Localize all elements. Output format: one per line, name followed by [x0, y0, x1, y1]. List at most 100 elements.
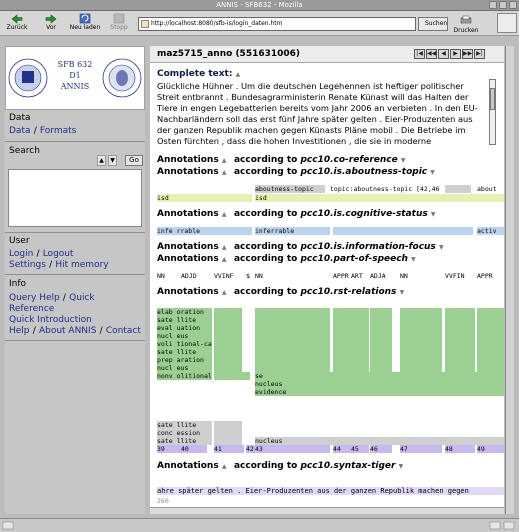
annotation-cell: topic:aboutness-topic [42,46] [330, 185, 440, 193]
dropdown-triangle-icon[interactable]: ▼ [401, 157, 410, 164]
close-window-button[interactable] [509, 1, 517, 9]
rst-cell [333, 364, 351, 372]
quick-reference-link-cont[interactable]: Reference [9, 304, 54, 314]
help-link[interactable]: Help [9, 326, 30, 336]
complete-text-scrollbar[interactable] [489, 79, 496, 145]
spin-down-button[interactable]: ▼ [108, 155, 117, 166]
collapse-triangle-icon[interactable]: ▲ [222, 289, 231, 296]
horizontal-scrollbar[interactable] [150, 507, 504, 514]
token-number: 46 [370, 445, 392, 453]
rst-cell [214, 437, 242, 445]
token-number: 49 [477, 445, 504, 453]
token-number: 42 [246, 445, 255, 453]
quick-reference-link[interactable]: Quick [69, 293, 94, 303]
next-page-button[interactable]: ▶▶ [462, 49, 473, 59]
annotation-cell: isd [157, 194, 252, 202]
url-bar[interactable]: http://localhost:8080/sfb-is/login_daten… [138, 17, 416, 31]
rst-cell [477, 324, 504, 332]
rst-cell [477, 308, 504, 316]
rst-relation-label: eval uation [157, 324, 212, 332]
go-button[interactable]: Go [125, 155, 143, 166]
minimize-button[interactable] [489, 1, 497, 9]
quick-introduction-link[interactable]: Quick Introduction [9, 315, 92, 325]
rst-cell [370, 364, 392, 372]
formats-link[interactable]: Formats [40, 126, 76, 136]
annotation-heading-aboutness: Annotations ▲ according to pcc10.is.abou… [157, 167, 439, 177]
settings-link[interactable]: Settings [9, 260, 46, 270]
rst-cell [214, 429, 242, 437]
divider [5, 274, 145, 275]
annotation-heading-syntax-tiger: Annotations ▲ according to pcc10.syntax-… [157, 461, 408, 471]
rst-cell [370, 340, 392, 348]
annotation-cell: isd [255, 194, 504, 202]
search-button[interactable]: Suchen [418, 17, 448, 31]
forward-button[interactable]: Vor [34, 11, 68, 36]
rst-cell [445, 332, 475, 340]
pos-tag: NN [157, 272, 165, 280]
token-number: 44 [333, 445, 351, 453]
dropdown-triangle-icon[interactable]: ▼ [400, 289, 409, 296]
prev-page-button[interactable]: ◀◀ [426, 49, 437, 59]
stop-button[interactable]: Stopp [102, 11, 136, 36]
collapse-triangle-icon[interactable]: ▲ [222, 256, 231, 263]
annotation-cell [333, 227, 473, 235]
about-annis-link[interactable]: About ANNIS [39, 326, 96, 336]
collapse-triangle-icon[interactable]: ▲ [222, 211, 231, 218]
dropdown-triangle-icon[interactable]: ▼ [411, 256, 420, 263]
token-number: 43 [255, 445, 330, 453]
rst-cell [351, 324, 369, 332]
syntax-number: 260 [157, 497, 169, 505]
rst-cell [351, 316, 369, 324]
pos-tag: ADJD [181, 272, 197, 280]
rst-relation-label: sate llite [157, 316, 212, 324]
browser-toolbar: Zurück Vor Neu laden Stopp http://localh… [0, 11, 519, 36]
page-scrollbar[interactable] [505, 46, 514, 514]
rst-relation-label: nucl eus [157, 332, 212, 340]
document-header: maz5715_anno (551631006) |◀ ◀◀ ◀ ▶ ▶▶ ▶| [150, 46, 504, 63]
spin-up-button[interactable]: ▲ [97, 155, 106, 166]
last-hit-button[interactable]: ▶| [474, 49, 485, 59]
collapse-triangle-icon[interactable]: ▲ [222, 463, 231, 470]
dropdown-triangle-icon[interactable]: ▼ [439, 244, 448, 251]
collapse-triangle-icon[interactable]: ▲ [222, 157, 231, 164]
collapse-triangle-icon[interactable]: ▲ [236, 71, 245, 78]
rst-cell [351, 332, 369, 340]
user-section-title: User [9, 236, 30, 246]
rst-cell [370, 324, 392, 332]
print-button[interactable]: Drucken [451, 15, 481, 35]
rst-cell [255, 340, 330, 348]
back-button[interactable]: Zurück [0, 11, 34, 36]
next-hit-button[interactable]: ▶ [450, 49, 461, 59]
svg-text:SFB 632: SFB 632 [58, 60, 93, 69]
svg-text:D1: D1 [69, 71, 81, 80]
annotation-cell [445, 185, 471, 193]
login-link[interactable]: Login [9, 249, 33, 259]
reload-button[interactable]: Neu laden [68, 11, 102, 36]
search-query-textarea[interactable] [8, 169, 142, 227]
rst-cell [400, 332, 442, 340]
hit-memory-link[interactable]: Hit memory [55, 260, 108, 270]
first-hit-button[interactable]: |◀ [414, 49, 425, 59]
rst-cell [370, 332, 392, 340]
rst-cell [214, 356, 242, 364]
logout-link[interactable]: Logout [43, 249, 74, 259]
prev-hit-button[interactable]: ◀ [438, 49, 449, 59]
collapse-triangle-icon[interactable]: ▲ [222, 244, 231, 251]
rst-cell [214, 332, 242, 340]
rst-relation-label: elab oration [157, 308, 212, 316]
dropdown-triangle-icon[interactable]: ▼ [431, 211, 440, 218]
data-link[interactable]: Data [9, 126, 31, 136]
rst-cell [333, 356, 351, 364]
maximize-button[interactable] [499, 1, 507, 9]
forward-arrow-icon [45, 13, 58, 24]
rst-relation-label: sate llite [157, 348, 212, 356]
status-bar [0, 518, 519, 532]
scroll-thumb[interactable] [490, 88, 495, 110]
query-help-link[interactable]: Query Help [9, 293, 60, 303]
status-icon [503, 521, 515, 530]
rst-cell [370, 316, 392, 324]
dropdown-triangle-icon[interactable]: ▼ [430, 169, 439, 176]
collapse-triangle-icon[interactable]: ▲ [222, 169, 231, 176]
dropdown-triangle-icon[interactable]: ▼ [399, 463, 408, 470]
contact-link[interactable]: Contact [106, 326, 141, 336]
